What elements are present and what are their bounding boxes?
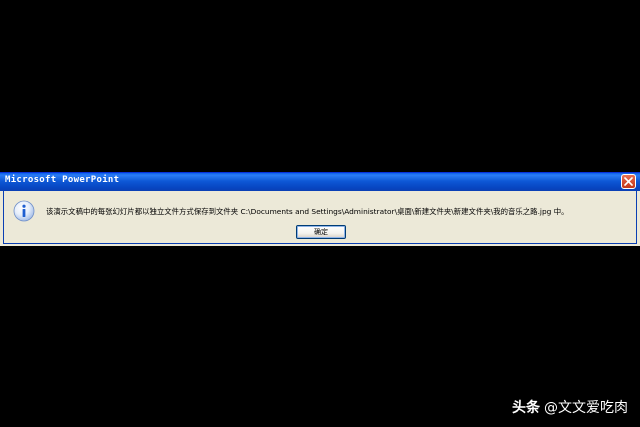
dialog-message: 该演示文稿中的每张幻灯片都以独立文件方式保存到文件夹 C:\Documents … — [46, 207, 569, 216]
watermark: 头条 @文文爱吃肉 — [512, 397, 628, 417]
dialog-titlebar[interactable]: Microsoft PowerPoint — [0, 173, 640, 191]
watermark-handle: @文文爱吃肉 — [544, 400, 628, 416]
close-icon — [624, 177, 633, 186]
dialog-title: Microsoft PowerPoint — [5, 175, 120, 185]
info-icon — [13, 200, 35, 222]
close-button[interactable] — [621, 174, 636, 189]
dialog-body: 该演示文稿中的每张幻灯片都以独立文件方式保存到文件夹 C:\Documents … — [3, 191, 637, 244]
message-dialog: Microsoft PowerPoint 该演示文稿中的每张幻灯片都以独立文件方… — [0, 172, 640, 246]
screen: Microsoft PowerPoint 该演示文稿中的每张幻灯片都以独立文件方… — [0, 0, 640, 427]
ok-button[interactable]: 确定 — [296, 225, 346, 239]
watermark-brand: 头条 — [512, 400, 540, 416]
